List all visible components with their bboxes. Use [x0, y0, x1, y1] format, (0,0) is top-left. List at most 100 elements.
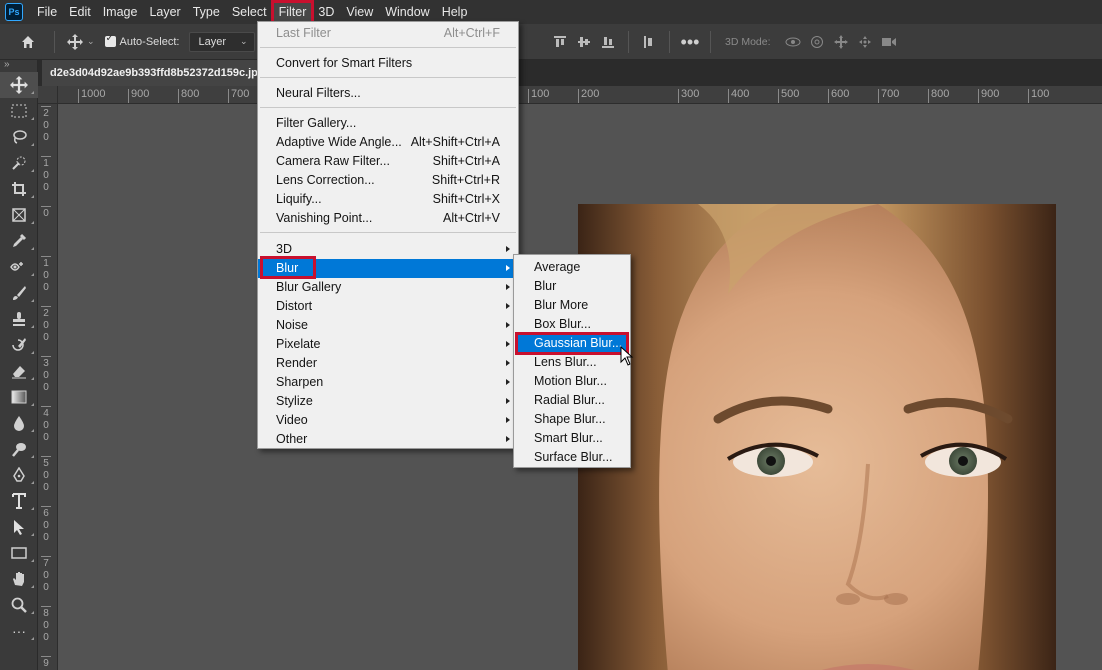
ruler-tick-label: 5 0 0: [41, 456, 51, 494]
menu-item-label: Neural Filters...: [276, 86, 361, 100]
auto-select-target-dropdown[interactable]: Layer ⌄: [189, 31, 255, 52]
filter-menu-item-other[interactable]: Other: [258, 430, 518, 449]
ruler-tick-label: 200: [578, 89, 599, 103]
more-tools-icon[interactable]: ···: [0, 618, 38, 644]
menu-file[interactable]: File: [31, 2, 63, 22]
expand-panel-icon[interactable]: »: [0, 60, 37, 72]
menu-select[interactable]: Select: [226, 2, 273, 22]
marquee-tool-button[interactable]: [0, 98, 38, 124]
menu-window[interactable]: Window: [379, 2, 435, 22]
menu-separator: [260, 107, 516, 108]
filter-menu-item-liquify[interactable]: Liquify... Shift+Ctrl+X: [258, 190, 518, 209]
menu-item-shortcut: Shift+Ctrl+R: [431, 173, 500, 187]
filter-menu-item-camera-raw[interactable]: Camera Raw Filter... Shift+Ctrl+A: [258, 152, 518, 171]
healing-brush-tool-button[interactable]: [0, 254, 38, 280]
ruler-vertical[interactable]: 2 0 0 1 0 0 0 1 0 0 2 0 0 3 0 0 4 0 0 5 …: [38, 104, 58, 670]
zoom-tool-button[interactable]: [0, 592, 38, 618]
blur-menu-item-blur[interactable]: Blur: [516, 277, 628, 296]
ruler-tick-label: 400: [728, 89, 749, 103]
filter-menu-item-convert-smart-filters[interactable]: Convert for Smart Filters: [258, 54, 518, 73]
menu-item-label: Stylize: [276, 394, 313, 408]
menu-filter[interactable]: Filter: [270, 0, 315, 24]
auto-select-checkbox[interactable]: [104, 33, 116, 47]
ruler-tick-label: 500: [778, 89, 799, 103]
filter-menu-item-adaptive-wide-angle[interactable]: Adaptive Wide Angle... Alt+Shift+Ctrl+A: [258, 133, 518, 152]
distribute-icon[interactable]: [637, 30, 661, 54]
ruler-tick-label: 800: [928, 89, 949, 103]
path-selection-tool-button[interactable]: [0, 514, 38, 540]
align-top-icon[interactable]: [548, 30, 572, 54]
blur-menu-item-motion-blur[interactable]: Motion Blur...: [516, 372, 628, 391]
blur-menu-item-lens-blur[interactable]: Lens Blur...: [516, 353, 628, 372]
filter-menu-item-distort[interactable]: Distort: [258, 297, 518, 316]
eyedropper-tool-button[interactable]: [0, 228, 38, 254]
align-controls: ••• 3D Mode:: [548, 30, 901, 54]
ruler-tick-label: 700: [878, 89, 899, 103]
blur-tool-button[interactable]: [0, 410, 38, 436]
align-vertical-center-icon[interactable]: [572, 30, 596, 54]
blur-menu-item-blur-more[interactable]: Blur More: [516, 296, 628, 315]
slide-3d-icon[interactable]: [853, 30, 877, 54]
filter-menu-item-blur-gallery[interactable]: Blur Gallery: [258, 278, 518, 297]
camera-3d-icon[interactable]: [877, 30, 901, 54]
lasso-tool-button[interactable]: [0, 124, 38, 150]
crop-tool-button[interactable]: [0, 176, 38, 202]
frame-tool-button[interactable]: [0, 202, 38, 228]
orbit-3d-icon[interactable]: [781, 30, 805, 54]
menu-3d[interactable]: 3D: [312, 2, 340, 22]
blur-menu-item-average[interactable]: Average: [516, 258, 628, 277]
menu-view[interactable]: View: [340, 2, 379, 22]
move-tool-icon[interactable]: [63, 30, 87, 54]
filter-menu-item-video[interactable]: Video: [258, 411, 518, 430]
filter-menu-item-noise[interactable]: Noise: [258, 316, 518, 335]
ruler-horizontal[interactable]: 1000 900 800 700 100 200 300 400 500 600…: [58, 86, 1102, 104]
quick-selection-tool-button[interactable]: [0, 150, 38, 176]
filter-menu-item-vanishing-point[interactable]: Vanishing Point... Alt+Ctrl+V: [258, 209, 518, 228]
roll-3d-icon[interactable]: [805, 30, 829, 54]
more-options-icon[interactable]: •••: [678, 30, 702, 54]
pan-3d-icon[interactable]: [829, 30, 853, 54]
menu-layer[interactable]: Layer: [143, 2, 186, 22]
menu-item-label: Adaptive Wide Angle...: [276, 135, 402, 149]
blur-menu-item-shape-blur[interactable]: Shape Blur...: [516, 410, 628, 429]
document-tab[interactable]: d2e3d04d92ae9b393ffd8b52372d159c.jpg: [42, 60, 262, 86]
pen-tool-button[interactable]: [0, 462, 38, 488]
history-brush-tool-button[interactable]: [0, 332, 38, 358]
menu-item-label: Filter Gallery...: [276, 116, 357, 130]
align-bottom-icon[interactable]: [596, 30, 620, 54]
move-tool-button[interactable]: [0, 72, 38, 98]
blur-menu-item-smart-blur[interactable]: Smart Blur...: [516, 429, 628, 448]
filter-menu-item-neural-filters[interactable]: Neural Filters...: [258, 84, 518, 103]
hand-tool-button[interactable]: [0, 566, 38, 592]
submenu-arrow-icon: [506, 246, 510, 252]
options-separator: [669, 31, 670, 53]
filter-menu-item-filter-gallery[interactable]: Filter Gallery...: [258, 114, 518, 133]
filter-menu-item-stylize[interactable]: Stylize: [258, 392, 518, 411]
filter-menu-item-lens-correction[interactable]: Lens Correction... Shift+Ctrl+R: [258, 171, 518, 190]
eraser-tool-button[interactable]: [0, 358, 38, 384]
menu-edit[interactable]: Edit: [63, 2, 97, 22]
3d-mode-label: 3D Mode:: [725, 36, 771, 48]
submenu-arrow-icon: [506, 284, 510, 290]
tools-panel: » ···: [0, 60, 38, 670]
move-tool-dropdown-icon[interactable]: ⌄: [87, 36, 95, 47]
filter-menu-item-render[interactable]: Render: [258, 354, 518, 373]
menu-help[interactable]: Help: [436, 2, 474, 22]
clone-stamp-tool-button[interactable]: [0, 306, 38, 332]
gradient-tool-button[interactable]: [0, 384, 38, 410]
menu-type[interactable]: Type: [187, 2, 226, 22]
filter-menu-item-sharpen[interactable]: Sharpen: [258, 373, 518, 392]
dodge-tool-button[interactable]: [0, 436, 38, 462]
blur-menu-item-surface-blur[interactable]: Surface Blur...: [516, 448, 628, 467]
menu-item-shortcut: Alt+Ctrl+F: [443, 26, 500, 40]
blur-menu-item-radial-blur[interactable]: Radial Blur...: [516, 391, 628, 410]
menu-image[interactable]: Image: [97, 2, 144, 22]
filter-menu-item-last-filter[interactable]: Last Filter Alt+Ctrl+F: [258, 24, 518, 43]
type-tool-button[interactable]: [0, 488, 38, 514]
brush-tool-button[interactable]: [0, 280, 38, 306]
menu-item-shortcut: Alt+Shift+Ctrl+A: [410, 135, 500, 149]
filter-menu-item-pixelate[interactable]: Pixelate: [258, 335, 518, 354]
rectangle-tool-button[interactable]: [0, 540, 38, 566]
menu-item-label: Other: [276, 432, 308, 446]
home-icon[interactable]: [16, 30, 40, 54]
